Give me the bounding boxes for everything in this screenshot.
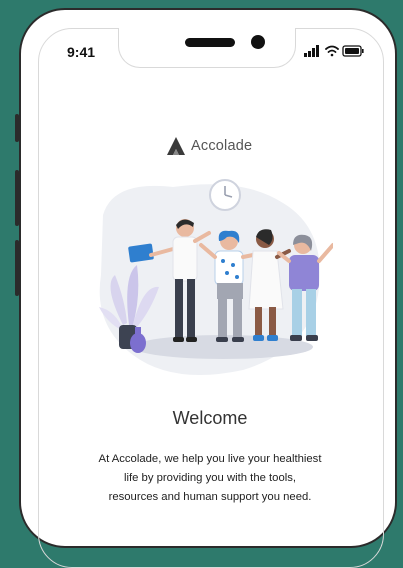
accolade-logo-icon	[167, 137, 185, 155]
clock-icon	[209, 179, 241, 211]
welcome-title: Welcome	[172, 408, 248, 428]
signal-icon	[304, 45, 319, 57]
description-line: life by providing you with the tools,	[123, 472, 297, 484]
speaker-icon	[185, 38, 235, 47]
brand-name: Accolade	[191, 138, 253, 154]
description-line: resources and human support you need.	[108, 491, 312, 503]
description-line: At Accolade, we help you live your healt…	[98, 453, 322, 465]
camera-icon	[251, 35, 265, 49]
welcome-description: At Accolade, we help you live your healt…	[21, 450, 399, 507]
status-icons	[304, 45, 364, 57]
brand: Accolade	[165, 134, 252, 158]
notch	[118, 28, 296, 68]
wifi-icon	[325, 45, 339, 57]
phone-frame: 9:41 Accolade Welcome At Accolade, we he…	[19, 8, 399, 568]
welcome-illustration	[99, 179, 333, 375]
battery-icon	[342, 45, 364, 57]
status-time: 9:41	[67, 44, 96, 60]
